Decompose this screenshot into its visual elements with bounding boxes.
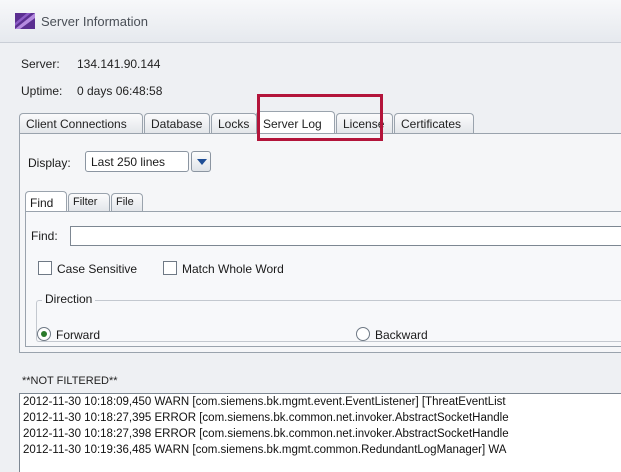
- case-sensitive-label: Case Sensitive: [57, 262, 138, 276]
- uptime-label: Uptime:: [21, 84, 63, 98]
- tab-locks[interactable]: Locks: [211, 113, 257, 133]
- tab-filter[interactable]: Filter: [68, 193, 110, 211]
- direction-group: [36, 300, 621, 342]
- window-title: Server Information: [41, 14, 148, 29]
- tab-find[interactable]: Find: [25, 191, 67, 211]
- title-bar: Server Information: [0, 0, 621, 43]
- server-label: Server:: [21, 57, 60, 71]
- find-label: Find:: [31, 229, 58, 243]
- display-label: Display:: [28, 156, 71, 170]
- direction-label: Direction: [42, 292, 96, 306]
- backward-label: Backward: [375, 328, 428, 342]
- chevron-down-icon: [197, 159, 207, 165]
- tab-file[interactable]: File: [111, 193, 143, 211]
- log-output[interactable]: 2012-11-30 10:18:09,450 WARN [com.siemen…: [19, 393, 621, 472]
- filter-status: **NOT FILTERED**: [22, 375, 118, 387]
- server-information-window: Server Information Server: 134.141.90.144…: [0, 0, 621, 472]
- log-line: 2012-11-30 10:18:27,398 ERROR [com.sieme…: [23, 428, 509, 440]
- tab-server-log[interactable]: Server Log: [256, 111, 335, 133]
- log-line: 2012-11-30 10:19:36,485 WARN [com.siemen…: [23, 444, 507, 456]
- tab-certificates[interactable]: Certificates: [394, 113, 474, 133]
- display-select[interactable]: Last 250 lines: [85, 151, 189, 172]
- display-dropdown-button[interactable]: [191, 151, 211, 172]
- log-line: 2012-11-30 10:18:09,450 WARN [com.siemen…: [23, 396, 506, 408]
- server-value: 134.141.90.144: [77, 57, 161, 71]
- uptime-value: 0 days 06:48:58: [77, 84, 163, 98]
- app-icon: [15, 13, 35, 29]
- log-line: 2012-11-30 10:18:27,395 ERROR [com.sieme…: [23, 412, 509, 424]
- backward-radio[interactable]: [356, 327, 370, 341]
- tab-license[interactable]: License: [336, 113, 393, 133]
- forward-label: Forward: [56, 328, 101, 342]
- server-info: Server: 134.141.90.144: [21, 57, 160, 71]
- tab-database[interactable]: Database: [144, 113, 210, 133]
- uptime-info: Uptime: 0 days 06:48:58: [21, 84, 162, 98]
- find-input[interactable]: [70, 226, 621, 246]
- match-whole-word-label: Match Whole Word: [182, 262, 284, 276]
- case-sensitive-checkbox[interactable]: [38, 261, 52, 275]
- match-whole-word-checkbox[interactable]: [163, 261, 177, 275]
- tab-client-connections[interactable]: Client Connections: [19, 113, 143, 133]
- forward-radio[interactable]: [37, 327, 51, 341]
